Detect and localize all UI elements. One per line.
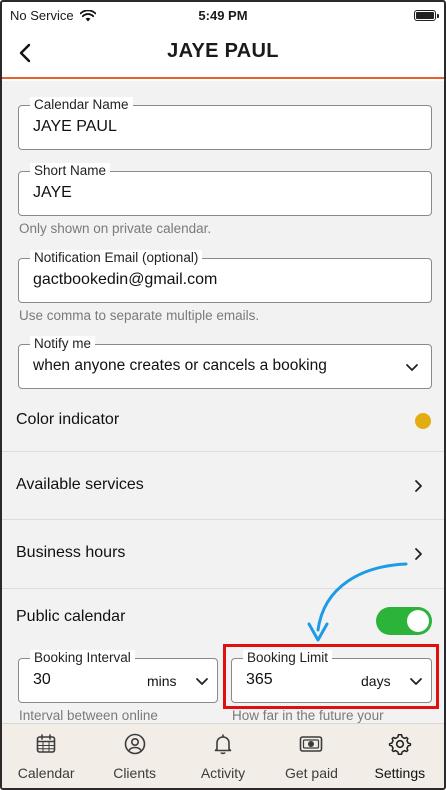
notify-me-select[interactable]: Notify me when anyone creates or cancels… xyxy=(18,336,432,389)
highlight-box xyxy=(223,644,439,709)
tab-settings[interactable]: Settings xyxy=(356,724,444,788)
color-indicator-label: Color indicator xyxy=(16,411,120,428)
tab-label: Calendar xyxy=(17,765,75,781)
page-title: JAYE PAUL xyxy=(167,40,279,62)
battery-icon xyxy=(414,10,439,21)
tab-get-paid[interactable]: Get paid xyxy=(267,724,355,788)
tab-bar: Calendar Clients Activity Get paid Setti… xyxy=(2,723,444,788)
chevron-right-icon xyxy=(415,548,422,560)
tab-label: Activity xyxy=(200,765,246,781)
tab-activity[interactable]: Activity xyxy=(179,724,267,788)
notification-email-value: gactbookedin@gmail.com xyxy=(33,271,218,288)
tab-calendar[interactable]: Calendar xyxy=(2,724,90,788)
booking-limit-helper: How far in the future your xyxy=(232,708,384,723)
notify-me-label: Notify me xyxy=(30,336,96,352)
chevron-down-icon xyxy=(406,364,418,371)
calendar-name-label: Calendar Name xyxy=(30,97,133,113)
booking-interval-value: 30 xyxy=(33,671,51,688)
booking-interval-label: Booking Interval xyxy=(30,650,135,666)
booking-interval-select[interactable]: Booking Interval 30 mins xyxy=(18,650,218,703)
bell-icon xyxy=(214,734,232,755)
calendar-icon xyxy=(36,734,56,753)
notification-email-field[interactable]: Notification Email (optional) gactbooked… xyxy=(18,250,432,303)
back-button[interactable] xyxy=(12,40,38,66)
gear-icon xyxy=(388,734,411,755)
settings-form: Calendar Name JAYE PAUL Short Name JAYE … xyxy=(2,81,444,723)
available-services-label: Available services xyxy=(16,476,144,493)
notification-email-helper: Use comma to separate multiple emails. xyxy=(19,308,260,323)
status-bar: No Service 5:49 PM xyxy=(2,2,444,32)
calendar-name-value: JAYE PAUL xyxy=(33,118,117,135)
color-swatch xyxy=(415,413,431,429)
short-name-field[interactable]: Short Name JAYE xyxy=(18,163,432,216)
booking-interval-helper: Interval between online xyxy=(19,708,158,723)
chevron-down-icon xyxy=(196,678,208,685)
notification-email-label: Notification Email (optional) xyxy=(30,250,203,266)
tab-clients[interactable]: Clients xyxy=(90,724,178,788)
booking-interval-unit: mins xyxy=(147,673,177,689)
public-calendar-label: Public calendar xyxy=(16,608,126,625)
chevron-right-icon xyxy=(415,480,422,492)
business-hours-label: Business hours xyxy=(16,544,126,561)
person-icon xyxy=(124,733,145,755)
tab-label: Settings xyxy=(374,765,426,781)
short-name-helper: Only shown on private calendar. xyxy=(19,221,212,236)
calendar-name-field[interactable]: Calendar Name JAYE PAUL xyxy=(18,97,432,150)
tab-label: Get paid xyxy=(284,765,338,781)
color-indicator-row[interactable]: Color indicator xyxy=(2,396,444,446)
phone-frame: No Service 5:49 PM JAYE PAUL Calendar Na… xyxy=(0,0,446,790)
nav-bar: JAYE PAUL xyxy=(2,32,444,79)
tab-label: Clients xyxy=(113,765,156,781)
available-services-row[interactable]: Available services xyxy=(2,452,444,519)
short-name-value: JAYE xyxy=(33,184,72,201)
money-icon xyxy=(300,736,323,752)
chevron-left-icon xyxy=(19,43,31,63)
short-name-label: Short Name xyxy=(30,163,111,179)
notify-me-value: when anyone creates or cancels a booking xyxy=(33,357,327,374)
annotation-arrow-icon xyxy=(307,562,408,642)
status-time: 5:49 PM xyxy=(198,8,248,23)
